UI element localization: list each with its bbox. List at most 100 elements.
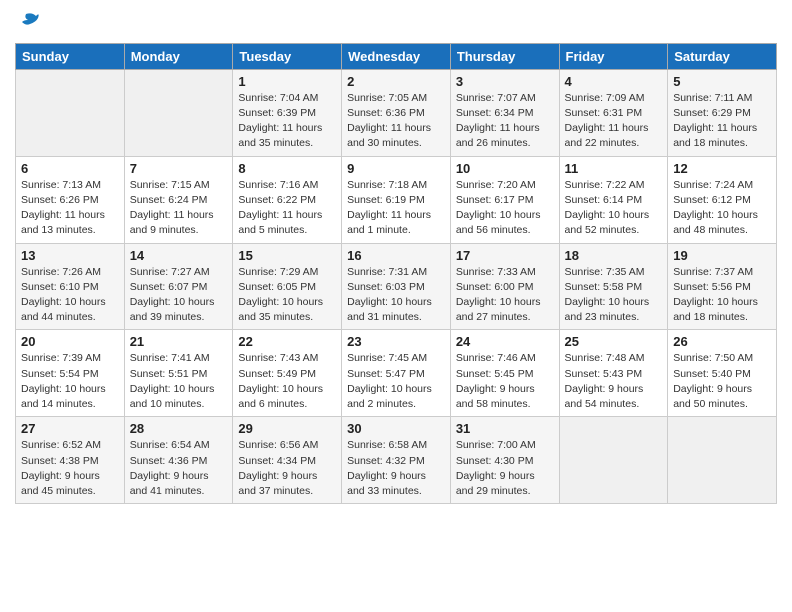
calendar-cell: 10 Sunrise: 7:20 AM Sunset: 6:17 PM Dayli… [450,156,559,243]
calendar-cell: 25Sunrise: 7:48 AM Sunset: 5:43 PM Dayli… [559,330,668,417]
day-number: 16 [347,248,445,263]
calendar-cell: 5Sunrise: 7:11 AM Sunset: 6:29 PM Daylig… [668,69,777,156]
calendar-table: SundayMondayTuesdayWednesdayThursdayFrid… [15,43,777,504]
weekday-header: Tuesday [233,43,342,69]
day-number: 17 [456,248,554,263]
weekday-header: Wednesday [342,43,451,69]
day-info: Sunrise: 7:43 AM Sunset: 5:49 PM Dayligh… [238,351,336,412]
day-info: Sunrise: 7:35 AM Sunset: 5:58 PM Dayligh… [565,265,663,326]
day-number: 25 [565,334,663,349]
calendar-cell: 13 Sunrise: 7:26 AM Sunset: 6:10 PM Dayli… [16,243,125,330]
day-info: Sunrise: 6:52 AM Sunset: 4:38 PM Dayligh… [21,438,119,499]
page-header [15,10,777,37]
calendar-cell: 27 Sunrise: 6:52 AM Sunset: 4:38 PM Dayli… [16,417,125,504]
day-info: Sunrise: 7:29 AM Sunset: 6:05 PM Dayligh… [238,265,336,326]
calendar-cell: 20 Sunrise: 7:39 AM Sunset: 5:54 PM Dayli… [16,330,125,417]
day-info: Sunrise: 6:58 AM Sunset: 4:32 PM Dayligh… [347,438,445,499]
day-number: 12 [673,161,771,176]
logo [15,10,40,37]
calendar-cell: 15 Sunrise: 7:29 AM Sunset: 6:05 PM Dayli… [233,243,342,330]
day-info: Sunrise: 7:07 AM Sunset: 6:34 PM Dayligh… [456,91,554,152]
calendar-cell: 7 Sunrise: 7:15 AM Sunset: 6:24 PM Daylig… [124,156,233,243]
calendar-cell [124,69,233,156]
day-number: 1 [238,74,336,89]
day-info: Sunrise: 7:50 AM Sunset: 5:40 PM Dayligh… [673,351,771,412]
day-number: 4 [565,74,663,89]
day-number: 2 [347,74,445,89]
calendar-cell: 3 Sunrise: 7:07 AM Sunset: 6:34 PM Daylig… [450,69,559,156]
calendar-week-row: 13 Sunrise: 7:26 AM Sunset: 6:10 PM Dayli… [16,243,777,330]
day-number: 29 [238,421,336,436]
day-number: 31 [456,421,554,436]
day-number: 20 [21,334,119,349]
calendar-cell: 12 Sunrise: 7:24 AM Sunset: 6:12 PM Dayli… [668,156,777,243]
calendar-cell: 14 Sunrise: 7:27 AM Sunset: 6:07 PM Dayli… [124,243,233,330]
calendar-cell: 17 Sunrise: 7:33 AM Sunset: 6:00 PM Dayli… [450,243,559,330]
day-number: 28 [130,421,228,436]
day-number: 23 [347,334,445,349]
logo-bird-icon [18,10,40,32]
calendar-week-row: 6Sunrise: 7:13 AM Sunset: 6:26 PM Daylig… [16,156,777,243]
day-number: 8 [238,161,336,176]
weekday-header: Monday [124,43,233,69]
calendar-cell: 22 Sunrise: 7:43 AM Sunset: 5:49 PM Dayli… [233,330,342,417]
day-number: 13 [21,248,119,263]
calendar-cell: 31Sunrise: 7:00 AM Sunset: 4:30 PM Dayli… [450,417,559,504]
calendar-cell: 21 Sunrise: 7:41 AM Sunset: 5:51 PM Dayli… [124,330,233,417]
calendar-cell: 9 Sunrise: 7:18 AM Sunset: 6:19 PM Daylig… [342,156,451,243]
calendar-week-row: 27 Sunrise: 6:52 AM Sunset: 4:38 PM Dayli… [16,417,777,504]
day-number: 30 [347,421,445,436]
day-info: Sunrise: 7:09 AM Sunset: 6:31 PM Dayligh… [565,91,663,152]
day-number: 9 [347,161,445,176]
day-info: Sunrise: 7:37 AM Sunset: 5:56 PM Dayligh… [673,265,771,326]
day-number: 19 [673,248,771,263]
day-info: Sunrise: 7:46 AM Sunset: 5:45 PM Dayligh… [456,351,554,412]
calendar-cell [16,69,125,156]
day-info: Sunrise: 7:15 AM Sunset: 6:24 PM Dayligh… [130,178,228,239]
day-info: Sunrise: 7:33 AM Sunset: 6:00 PM Dayligh… [456,265,554,326]
day-number: 27 [21,421,119,436]
day-info: Sunrise: 7:04 AM Sunset: 6:39 PM Dayligh… [238,91,336,152]
calendar-header-row: SundayMondayTuesdayWednesdayThursdayFrid… [16,43,777,69]
day-number: 22 [238,334,336,349]
weekday-header: Sunday [16,43,125,69]
day-info: Sunrise: 7:41 AM Sunset: 5:51 PM Dayligh… [130,351,228,412]
day-info: Sunrise: 7:27 AM Sunset: 6:07 PM Dayligh… [130,265,228,326]
calendar-cell: 6Sunrise: 7:13 AM Sunset: 6:26 PM Daylig… [16,156,125,243]
calendar-cell: 23Sunrise: 7:45 AM Sunset: 5:47 PM Dayli… [342,330,451,417]
day-number: 3 [456,74,554,89]
day-number: 24 [456,334,554,349]
day-info: Sunrise: 6:54 AM Sunset: 4:36 PM Dayligh… [130,438,228,499]
day-number: 10 [456,161,554,176]
calendar-cell: 4 Sunrise: 7:09 AM Sunset: 6:31 PM Daylig… [559,69,668,156]
calendar-cell: 26Sunrise: 7:50 AM Sunset: 5:40 PM Dayli… [668,330,777,417]
day-number: 21 [130,334,228,349]
day-number: 18 [565,248,663,263]
day-number: 11 [565,161,663,176]
calendar-cell: 28 Sunrise: 6:54 AM Sunset: 4:36 PM Dayli… [124,417,233,504]
day-number: 15 [238,248,336,263]
day-info: Sunrise: 7:20 AM Sunset: 6:17 PM Dayligh… [456,178,554,239]
weekday-header: Thursday [450,43,559,69]
day-info: Sunrise: 7:11 AM Sunset: 6:29 PM Dayligh… [673,91,771,152]
weekday-header: Friday [559,43,668,69]
calendar-cell: 16 Sunrise: 7:31 AM Sunset: 6:03 PM Dayli… [342,243,451,330]
calendar-cell [668,417,777,504]
calendar-cell: 18 Sunrise: 7:35 AM Sunset: 5:58 PM Dayli… [559,243,668,330]
calendar-cell: 19 Sunrise: 7:37 AM Sunset: 5:56 PM Dayli… [668,243,777,330]
day-info: Sunrise: 7:31 AM Sunset: 6:03 PM Dayligh… [347,265,445,326]
calendar-cell: 8 Sunrise: 7:16 AM Sunset: 6:22 PM Daylig… [233,156,342,243]
calendar-week-row: 20 Sunrise: 7:39 AM Sunset: 5:54 PM Dayli… [16,330,777,417]
day-info: Sunrise: 7:26 AM Sunset: 6:10 PM Dayligh… [21,265,119,326]
calendar-cell [559,417,668,504]
day-info: Sunrise: 6:56 AM Sunset: 4:34 PM Dayligh… [238,438,336,499]
calendar-cell: 2Sunrise: 7:05 AM Sunset: 6:36 PM Daylig… [342,69,451,156]
day-info: Sunrise: 7:24 AM Sunset: 6:12 PM Dayligh… [673,178,771,239]
calendar-cell: 24 Sunrise: 7:46 AM Sunset: 5:45 PM Dayli… [450,330,559,417]
day-number: 14 [130,248,228,263]
day-info: Sunrise: 7:39 AM Sunset: 5:54 PM Dayligh… [21,351,119,412]
day-info: Sunrise: 7:18 AM Sunset: 6:19 PM Dayligh… [347,178,445,239]
day-info: Sunrise: 7:16 AM Sunset: 6:22 PM Dayligh… [238,178,336,239]
day-number: 7 [130,161,228,176]
day-number: 6 [21,161,119,176]
